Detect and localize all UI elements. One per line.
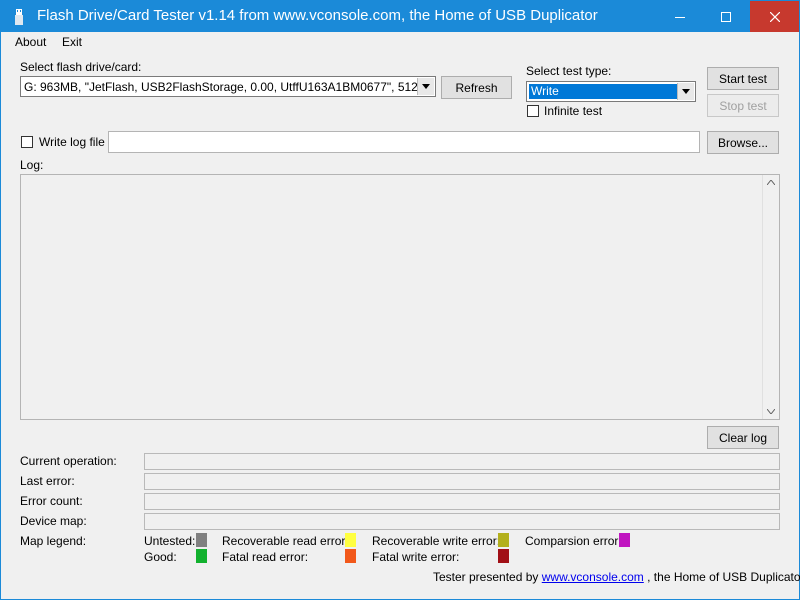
test-type-label: Select test type:	[526, 64, 612, 78]
legend-good-swatch	[196, 549, 207, 563]
legend-rec-read-swatch	[345, 533, 356, 547]
write-log-label: Write log file	[39, 135, 105, 149]
legend-comparison-label: Comparsion error:	[525, 534, 622, 548]
menu-bar: About Exit	[1, 32, 799, 52]
legend-rec-write-swatch	[498, 533, 509, 547]
menu-exit[interactable]: Exit	[62, 35, 82, 49]
infinite-test-label: Infinite test	[544, 104, 603, 118]
write-log-checkbox[interactable]	[21, 136, 33, 148]
legend-fatal-read-label: Fatal read error:	[222, 550, 309, 564]
chevron-down-icon[interactable]	[417, 78, 434, 95]
legend-rec-read-label: Recoverable read error:	[222, 534, 349, 548]
window-title: Flash Drive/Card Tester v1.14 from www.v…	[37, 7, 598, 24]
drive-select[interactable]: G: 963MB, "JetFlash, USB2FlashStorage, 0…	[20, 76, 436, 97]
log-textarea[interactable]	[20, 174, 780, 420]
log-label: Log:	[20, 158, 44, 172]
footer-text: Tester presented by www.vconsole.com , t…	[433, 570, 800, 584]
last-error-label: Last error:	[20, 474, 75, 488]
drive-select-value: G: 963MB, "JetFlash, USB2FlashStorage, 0…	[24, 80, 425, 94]
legend-untested-swatch	[196, 533, 207, 547]
scroll-down-icon[interactable]	[767, 409, 775, 414]
test-type-value: Write	[531, 84, 559, 98]
last-error-field	[144, 473, 780, 490]
maximize-icon	[721, 11, 731, 22]
legend-good-label: Good:	[144, 550, 177, 564]
infinite-test-checkbox[interactable]	[527, 105, 539, 117]
clear-log-button[interactable]: Clear log	[707, 426, 779, 449]
app-window: Flash Drive/Card Tester v1.14 from www.v…	[0, 0, 800, 600]
test-type-select[interactable]: Write	[526, 81, 696, 102]
stop-test-button[interactable]: Stop test	[707, 94, 779, 117]
legend-comparison-swatch	[619, 533, 630, 547]
minimize-button[interactable]	[657, 1, 703, 32]
close-button[interactable]	[750, 1, 799, 32]
legend-fatal-write-swatch	[498, 549, 509, 563]
refresh-button[interactable]: Refresh	[441, 76, 512, 99]
legend-untested-label: Untested:	[144, 534, 196, 548]
device-map-field	[144, 513, 780, 530]
log-file-path-input[interactable]	[108, 131, 700, 153]
footer-suffix: , the Home of USB Duplicator.	[647, 570, 800, 584]
legend-rec-write-label: Recoverable write error:	[372, 534, 501, 548]
menu-about[interactable]: About	[15, 35, 46, 49]
maximize-button[interactable]	[703, 1, 749, 32]
legend-fatal-read-swatch	[345, 549, 356, 563]
current-operation-field	[144, 453, 780, 470]
title-bar[interactable]: Flash Drive/Card Tester v1.14 from www.v…	[1, 1, 799, 32]
error-count-field	[144, 493, 780, 510]
current-operation-label: Current operation:	[20, 454, 117, 468]
vconsole-link[interactable]: www.vconsole.com	[542, 570, 644, 584]
chevron-down-icon[interactable]	[677, 83, 694, 100]
start-test-button[interactable]: Start test	[707, 67, 779, 90]
close-icon	[769, 11, 780, 22]
error-count-label: Error count:	[20, 494, 83, 508]
usb-app-icon	[15, 9, 23, 25]
log-scrollbar[interactable]	[762, 175, 779, 419]
map-legend-label: Map legend:	[20, 534, 87, 548]
minimize-icon	[675, 16, 685, 18]
browse-button[interactable]: Browse...	[707, 131, 779, 154]
footer-prefix: Tester presented by	[433, 570, 539, 584]
legend-fatal-write-label: Fatal write error:	[372, 550, 460, 564]
device-map-label: Device map:	[20, 514, 87, 528]
drive-label: Select flash drive/card:	[20, 60, 142, 74]
scroll-up-icon[interactable]	[767, 180, 775, 185]
